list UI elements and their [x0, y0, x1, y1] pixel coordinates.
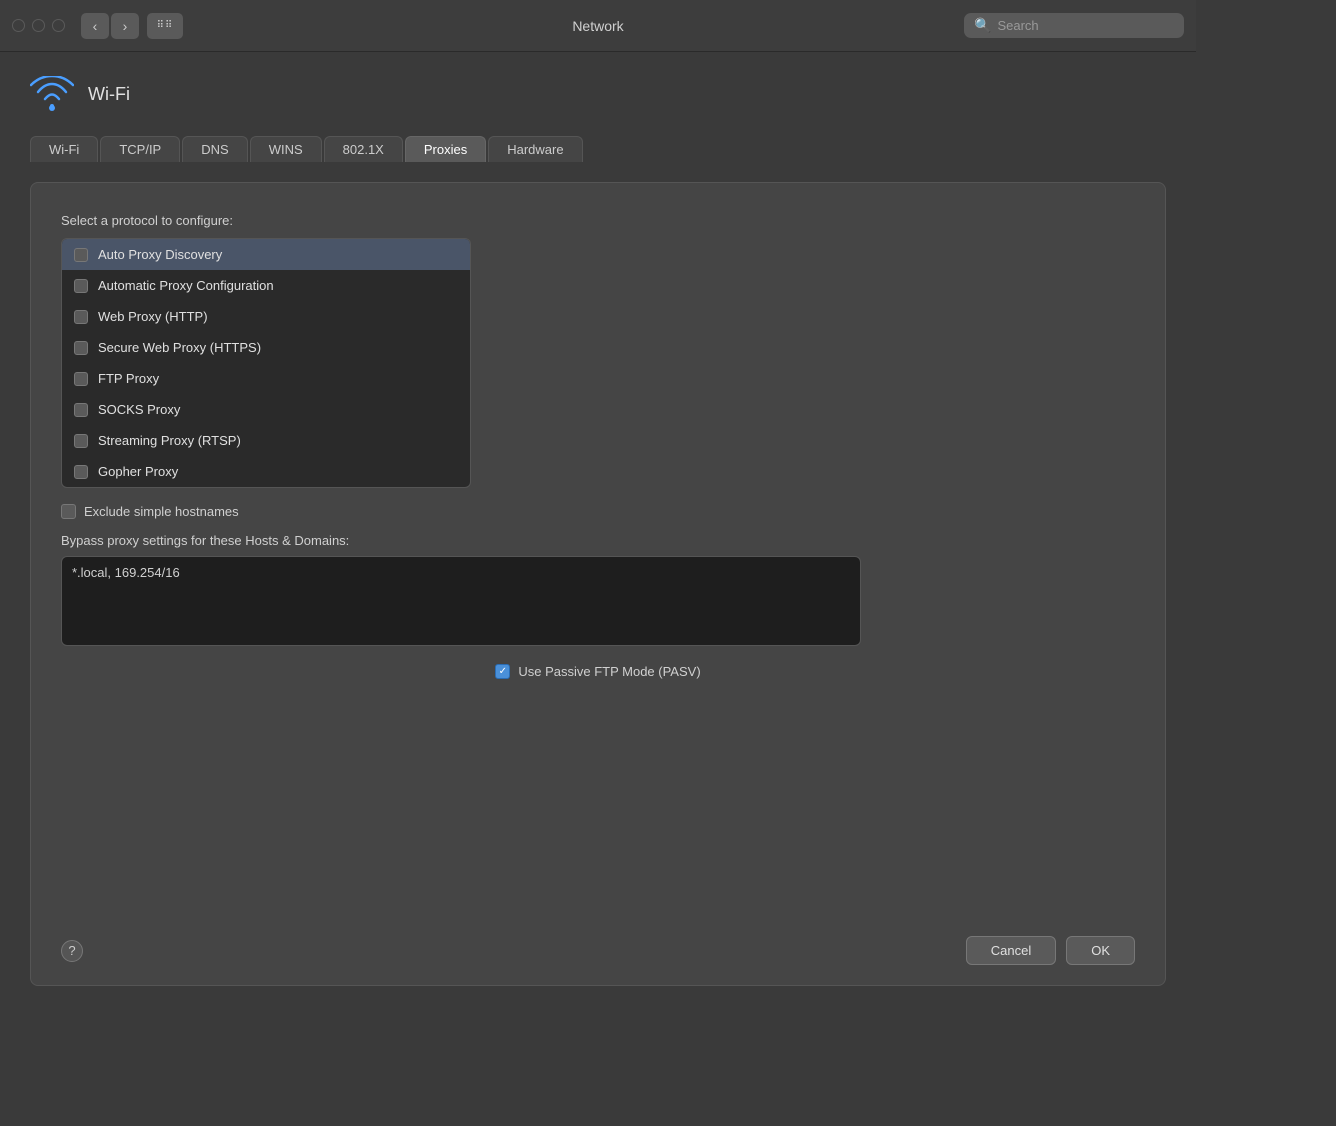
protocol-label-secure-web-proxy-https: Secure Web Proxy (HTTPS) [98, 340, 261, 355]
protocol-ftp-proxy[interactable]: FTP Proxy [62, 363, 470, 394]
protocol-label-socks-proxy: SOCKS Proxy [98, 402, 180, 417]
ftp-mode-checkbox[interactable]: ✓ [495, 664, 510, 679]
protocol-web-proxy-http[interactable]: Web Proxy (HTTP) [62, 301, 470, 332]
ftp-mode-row: ✓ Use Passive FTP Mode (PASV) [61, 664, 1135, 679]
tab-dns[interactable]: DNS [182, 136, 247, 162]
search-bar: 🔍 [964, 13, 1184, 38]
checkbox-gopher-proxy[interactable] [74, 465, 88, 479]
bypass-textarea[interactable] [61, 556, 861, 646]
protocol-secure-web-proxy-https[interactable]: Secure Web Proxy (HTTPS) [62, 332, 470, 363]
wifi-header: Wi-Fi [30, 72, 1166, 116]
wifi-icon [30, 72, 74, 116]
checkbox-streaming-proxy-rtsp[interactable] [74, 434, 88, 448]
exclude-hostnames-label: Exclude simple hostnames [84, 504, 239, 519]
main-content: Wi-Fi Wi-Fi TCP/IP DNS WINS 802.1X Proxi… [0, 52, 1196, 1006]
protocol-label-ftp-proxy: FTP Proxy [98, 371, 159, 386]
panel: Select a protocol to configure: Auto Pro… [30, 182, 1166, 986]
protocol-auto-proxy-discovery[interactable]: Auto Proxy Discovery [62, 239, 470, 270]
protocol-list: Auto Proxy Discovery Automatic Proxy Con… [61, 238, 471, 488]
grid-button[interactable]: ⠿⠿ [147, 13, 183, 39]
titlebar: ‹ › ⠿⠿ Network 🔍 [0, 0, 1196, 52]
protocol-automatic-proxy-config[interactable]: Automatic Proxy Configuration [62, 270, 470, 301]
protocol-gopher-proxy[interactable]: Gopher Proxy [62, 456, 470, 487]
search-icon: 🔍 [974, 17, 991, 34]
maximize-button[interactable] [52, 19, 65, 32]
action-buttons: Cancel OK [966, 936, 1135, 965]
help-button[interactable]: ? [61, 940, 83, 962]
ftp-mode-label: Use Passive FTP Mode (PASV) [518, 664, 700, 679]
tab-tcpip[interactable]: TCP/IP [100, 136, 180, 162]
checkbox-secure-web-proxy-https[interactable] [74, 341, 88, 355]
nav-buttons: ‹ › [81, 13, 139, 39]
protocol-socks-proxy[interactable]: SOCKS Proxy [62, 394, 470, 425]
tab-hardware[interactable]: Hardware [488, 136, 582, 162]
checkbox-automatic-proxy-config[interactable] [74, 279, 88, 293]
forward-button[interactable]: › [111, 13, 139, 39]
cancel-button[interactable]: Cancel [966, 936, 1056, 965]
tab-proxies[interactable]: Proxies [405, 136, 486, 162]
protocol-label-automatic-proxy-config: Automatic Proxy Configuration [98, 278, 274, 293]
minimize-button[interactable] [32, 19, 45, 32]
tab-8021x[interactable]: 802.1X [324, 136, 403, 162]
checkbox-socks-proxy[interactable] [74, 403, 88, 417]
bottom-bar: ? Cancel OK [61, 922, 1135, 965]
tab-wifi[interactable]: Wi-Fi [30, 136, 98, 162]
traffic-lights [12, 19, 65, 32]
checkbox-web-proxy-http[interactable] [74, 310, 88, 324]
protocol-streaming-proxy-rtsp[interactable]: Streaming Proxy (RTSP) [62, 425, 470, 456]
exclude-row: Exclude simple hostnames [61, 504, 1135, 519]
search-input[interactable] [997, 18, 1174, 33]
ok-button[interactable]: OK [1066, 936, 1135, 965]
checkbox-auto-proxy-discovery[interactable] [74, 248, 88, 262]
exclude-hostnames-checkbox[interactable] [61, 504, 76, 519]
close-button[interactable] [12, 19, 25, 32]
protocol-label-auto-proxy-discovery: Auto Proxy Discovery [98, 247, 222, 262]
protocol-label-streaming-proxy-rtsp: Streaming Proxy (RTSP) [98, 433, 241, 448]
bypass-label: Bypass proxy settings for these Hosts & … [61, 533, 1135, 548]
back-button[interactable]: ‹ [81, 13, 109, 39]
protocol-label-web-proxy-http: Web Proxy (HTTP) [98, 309, 208, 324]
window-title: Network [572, 18, 623, 34]
checkbox-ftp-proxy[interactable] [74, 372, 88, 386]
wifi-label: Wi-Fi [88, 84, 130, 105]
tab-wins[interactable]: WINS [250, 136, 322, 162]
section-label: Select a protocol to configure: [61, 213, 1135, 228]
tabs: Wi-Fi TCP/IP DNS WINS 802.1X Proxies Har… [30, 136, 1166, 162]
protocol-label-gopher-proxy: Gopher Proxy [98, 464, 178, 479]
